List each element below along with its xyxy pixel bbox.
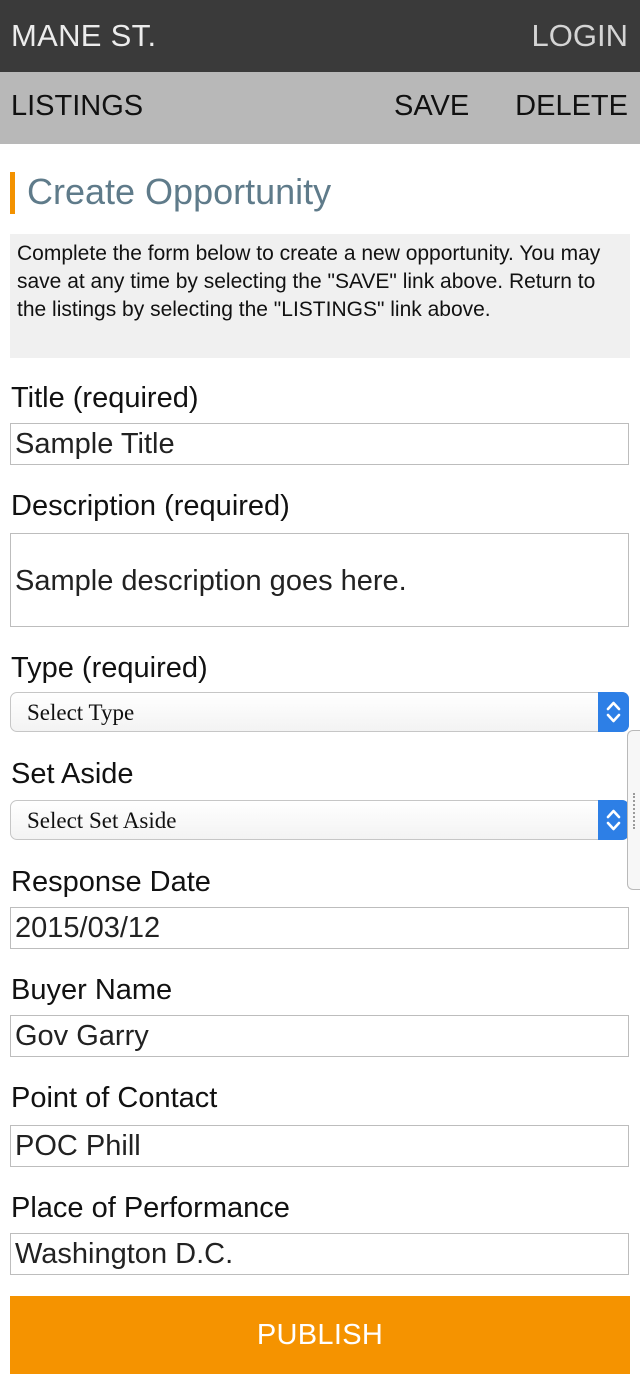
point-of-contact-input[interactable]: [10, 1125, 629, 1167]
type-select-value: Select Type: [27, 700, 135, 725]
place-of-performance-input[interactable]: [10, 1233, 629, 1275]
response-date-input[interactable]: [10, 907, 629, 949]
chevron-up-down-icon: [598, 800, 629, 840]
save-link[interactable]: SAVE: [394, 90, 469, 123]
set-aside-select[interactable]: Select Set Aside: [10, 800, 629, 840]
set-aside-select-value: Select Set Aside: [27, 808, 177, 833]
grip-dots: [633, 793, 635, 829]
delete-link[interactable]: DELETE: [515, 90, 628, 123]
set-aside-label: Set Aside: [11, 758, 134, 790]
instructions-box: Complete the form below to create a new …: [10, 234, 630, 358]
title-label: Title (required): [11, 382, 199, 414]
point-of-contact-label: Point of Contact: [11, 1082, 218, 1114]
title-input[interactable]: [10, 423, 629, 465]
place-of-performance-label: Place of Performance: [11, 1192, 290, 1224]
drag-handle-icon[interactable]: [627, 730, 640, 890]
page-title: Create Opportunity: [10, 172, 331, 214]
login-link[interactable]: LOGIN: [532, 18, 628, 54]
chevron-up-down-icon: [598, 692, 629, 732]
action-bar: LISTINGS SAVE DELETE: [0, 72, 640, 144]
top-bar: MANE ST. LOGIN: [0, 0, 640, 72]
description-textarea[interactable]: Sample description goes here.: [10, 533, 629, 627]
buyer-name-label: Buyer Name: [11, 974, 173, 1006]
response-date-label: Response Date: [11, 866, 211, 898]
brand-logo: MANE ST.: [11, 18, 157, 53]
publish-button[interactable]: PUBLISH: [10, 1296, 630, 1374]
buyer-name-input[interactable]: [10, 1015, 629, 1057]
type-label: Type (required): [11, 652, 208, 684]
description-label: Description (required): [11, 490, 290, 522]
listings-link[interactable]: LISTINGS: [11, 90, 143, 123]
type-select[interactable]: Select Type: [10, 692, 629, 732]
